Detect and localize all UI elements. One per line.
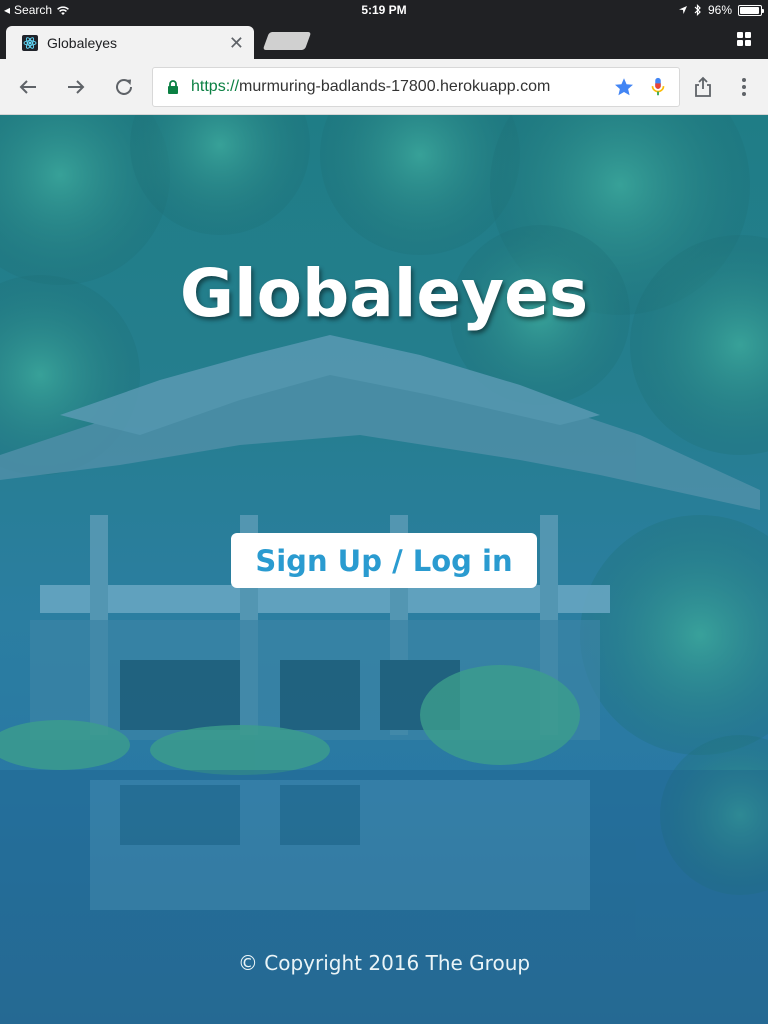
share-icon[interactable]: [691, 75, 715, 99]
url-text[interactable]: https://murmuring-badlands-17800.herokua…: [191, 78, 601, 96]
address-bar[interactable]: https://murmuring-badlands-17800.herokua…: [152, 67, 680, 107]
url-scheme: https://: [191, 78, 240, 95]
tab-switcher-icon[interactable]: [736, 31, 752, 47]
status-time: 5:19 PM: [361, 3, 407, 17]
hero-section: Globaleyes Sign Up / Log in © Copyright …: [0, 115, 768, 1024]
water-reflection: [0, 770, 768, 1024]
new-tab-button[interactable]: [262, 32, 312, 50]
wifi-icon: [57, 5, 69, 15]
back-to-app-icon: ◂: [4, 3, 11, 17]
battery-fill: [740, 6, 760, 14]
status-left[interactable]: ◂ Search: [4, 3, 70, 17]
react-favicon-icon: [22, 34, 38, 51]
status-right: 96%: [678, 3, 764, 17]
location-icon: [678, 6, 687, 14]
back-arrow-icon[interactable]: [16, 75, 40, 99]
reload-icon[interactable]: [112, 75, 136, 99]
more-vert-icon[interactable]: [732, 75, 756, 99]
status-bar: ◂ Search 5:19 PM 96%: [0, 0, 768, 20]
bluetooth-icon: [694, 4, 701, 16]
tab-globaleyes[interactable]: Globaleyes ✕: [6, 26, 254, 59]
microphone-icon[interactable]: [647, 76, 669, 98]
copyright-footer: © Copyright 2016 The Group: [237, 951, 531, 975]
page-title: Globaleyes: [179, 255, 589, 332]
forward-arrow-icon[interactable]: [64, 75, 88, 99]
sign-up-log-in-button[interactable]: Sign Up / Log in: [231, 533, 537, 588]
tab-title: Globaleyes: [47, 34, 118, 51]
tab-strip: Globaleyes ✕: [0, 20, 768, 59]
battery-percent: 96%: [707, 3, 732, 17]
lock-icon: [168, 80, 178, 94]
url-host: murmuring-badlands-17800.herokuapp.com: [239, 78, 551, 95]
star-icon[interactable]: [613, 76, 635, 98]
browser-toolbar: https://murmuring-badlands-17800.herokua…: [0, 59, 768, 115]
close-tab-icon[interactable]: ✕: [229, 34, 244, 52]
back-to-app-label: Search: [14, 3, 53, 17]
battery-icon: [738, 4, 764, 16]
